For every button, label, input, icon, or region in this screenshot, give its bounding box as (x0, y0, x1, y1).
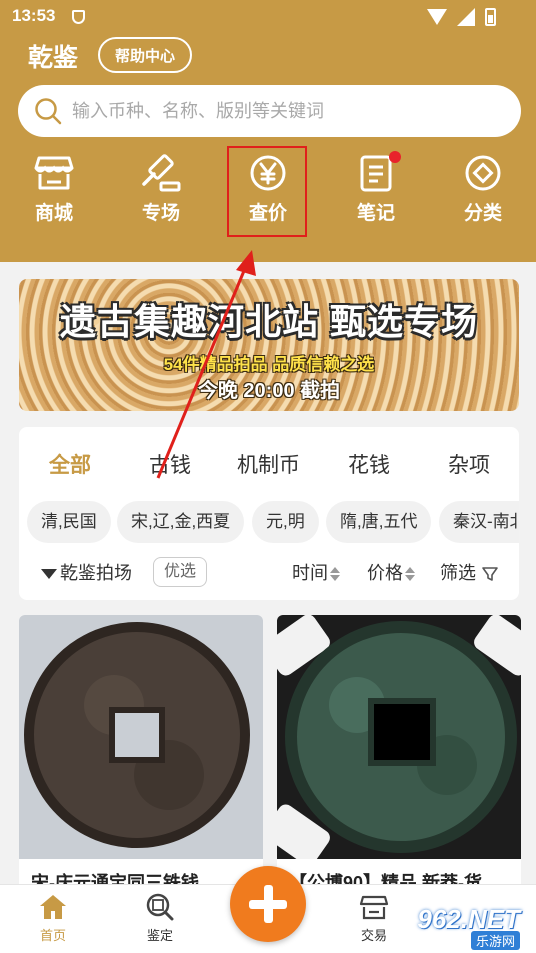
watermark-sub: 乐游网 (470, 931, 520, 950)
annotation-arrow (156, 250, 256, 479)
watermark-logo: 962.NET 乐游网 (394, 904, 530, 950)
